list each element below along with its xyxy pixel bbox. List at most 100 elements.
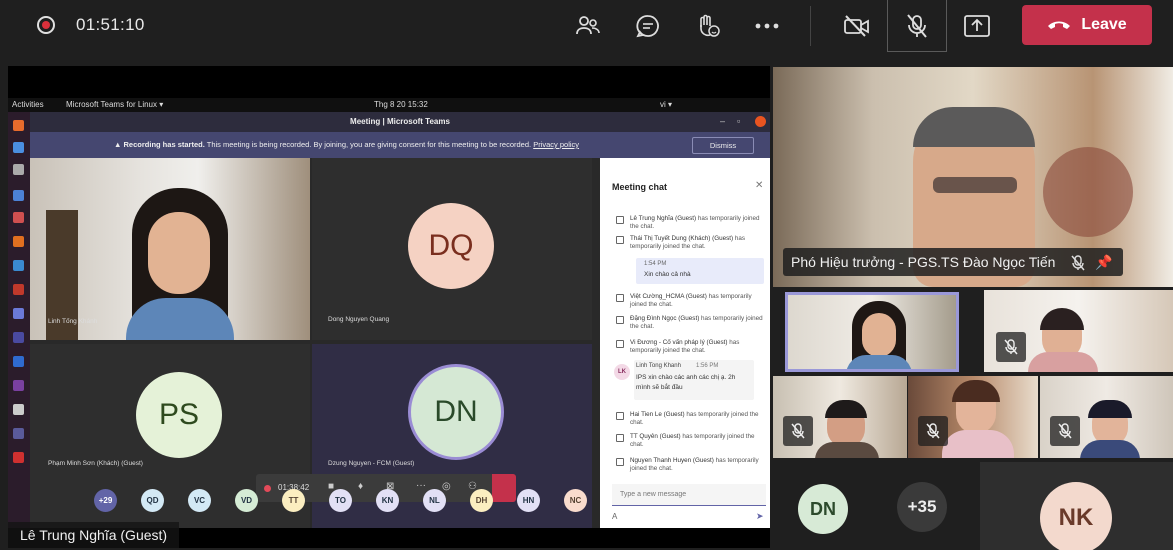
raise-hand-button[interactable] bbox=[691, 9, 725, 43]
mic-off-icon bbox=[1050, 416, 1080, 446]
recording-banner: ▲ Recording has started. This meeting is… bbox=[30, 132, 770, 158]
avatar-dn-bottom[interactable]: DN bbox=[798, 484, 848, 534]
join-icon bbox=[616, 412, 624, 420]
avatar-ps: PS bbox=[136, 372, 222, 458]
mini-avatar: VC bbox=[188, 489, 211, 512]
leave-button[interactable]: Leave bbox=[1022, 5, 1152, 45]
inner-hangup-icon bbox=[492, 474, 516, 502]
tile-name: Dzung Nguyen - FCM (Guest) bbox=[328, 460, 415, 467]
speaker-name: Phó Hiệu trưởng - PGS.TS Đào Ngọc Tiến bbox=[791, 254, 1056, 270]
camera-toggle-button[interactable] bbox=[840, 9, 874, 43]
speaker-name-tag: Phó Hiệu trưởng - PGS.TS Đào Ngọc Tiến 📌 bbox=[783, 248, 1123, 276]
video-tile-dq: DQ Dong Nguyen Quang bbox=[312, 158, 592, 340]
pin-icon: 📌 bbox=[1095, 254, 1113, 270]
share-icon bbox=[964, 15, 990, 37]
join-icon bbox=[616, 294, 624, 302]
dismiss-button: Dismiss bbox=[692, 137, 754, 154]
tile-name: Phạm Minh Sơn (Khách) (Guest) bbox=[48, 460, 143, 467]
os-lang: vi ▾ bbox=[660, 100, 673, 109]
chat-bubble: 1:54 PM Xin chào cả nhà bbox=[636, 258, 764, 284]
mini-avatar: VD bbox=[235, 489, 258, 512]
minimize-icon: – bbox=[720, 116, 726, 126]
participant-tile-4 bbox=[908, 376, 1038, 458]
tile-name: Linh Tống Khánh bbox=[48, 318, 98, 325]
chat-close-icon: ✕ bbox=[755, 180, 764, 191]
participant-tile-5 bbox=[1040, 376, 1173, 458]
avatar-nk: NK bbox=[1040, 482, 1112, 550]
window-title: Meeting | Microsoft Teams bbox=[30, 112, 770, 132]
mini-avatar: KN bbox=[376, 489, 399, 512]
os-activities: Activities bbox=[12, 100, 44, 109]
mic-off-icon bbox=[918, 416, 948, 446]
format-icon: A bbox=[612, 512, 618, 521]
inner-mic-icon: ♦ bbox=[358, 481, 364, 492]
meeting-chat-panel: Meeting chat ✕ Lê Trung Nghĩa (Guest) ha… bbox=[600, 158, 770, 528]
share-screen-button[interactable] bbox=[960, 9, 994, 43]
join-icon bbox=[616, 434, 624, 442]
chat-button[interactable] bbox=[631, 9, 665, 43]
camera-off-icon bbox=[844, 15, 869, 37]
mini-avatar: HN bbox=[517, 489, 540, 512]
participant-tile-linh bbox=[785, 292, 959, 372]
inner-record-icon bbox=[264, 485, 271, 492]
chat-system-message: Nguyen Thanh Huyen (Guest) has temporari… bbox=[630, 457, 759, 472]
avatar-dq: DQ bbox=[408, 203, 494, 289]
chat-system-message: TT Quyên (Guest) has temporarily joined … bbox=[630, 433, 755, 448]
send-icon: ➤ bbox=[756, 511, 764, 521]
chat-input: Type a new message bbox=[612, 484, 766, 506]
join-icon bbox=[616, 316, 624, 324]
mini-avatar: NC bbox=[564, 489, 587, 512]
join-icon bbox=[616, 340, 624, 348]
warning-icon: ▲ bbox=[114, 140, 124, 149]
meeting-controls-bar: 01:51:10 Leave bbox=[0, 0, 1173, 52]
privacy-link: Privacy policy bbox=[533, 140, 580, 149]
more-options-button[interactable] bbox=[750, 9, 784, 43]
presenter-name: Lê Trung Nghĩa (Guest) bbox=[8, 522, 180, 548]
record-icon bbox=[37, 16, 55, 34]
mic-off-icon bbox=[1071, 248, 1085, 276]
hangup-icon bbox=[1048, 21, 1071, 29]
chat-bubble: Linh Tong Khanh 1:56 PM IPS xin chào các… bbox=[634, 360, 754, 400]
participant-tile-2 bbox=[984, 290, 1173, 372]
tile-name: Dong Nguyen Quang bbox=[328, 316, 390, 323]
mic-off-icon bbox=[996, 332, 1026, 362]
avatar-dn: DN bbox=[408, 364, 504, 460]
os-clock: Thg 8 20 15:32 bbox=[374, 100, 428, 109]
toolbar-divider bbox=[810, 6, 811, 46]
mini-avatar: QD bbox=[141, 489, 164, 512]
raise-hand-icon bbox=[700, 14, 720, 37]
inner-more-icon: ··· bbox=[416, 480, 426, 491]
join-icon bbox=[616, 216, 624, 224]
mic-off-icon bbox=[783, 416, 813, 446]
chat-system-message: Hai Tien Le (Guest) has temporarily join… bbox=[630, 411, 759, 426]
participants-icon bbox=[576, 16, 600, 35]
participants-button[interactable] bbox=[571, 9, 605, 43]
video-tile-linh: Linh Tống Khánh bbox=[30, 158, 310, 340]
mic-toggle-button[interactable] bbox=[887, 0, 947, 52]
chat-icon bbox=[636, 15, 659, 38]
chat-title: Meeting chat bbox=[612, 182, 668, 192]
chat-system-message: Thái Thị Tuyết Dung (Khách) (Guest) has … bbox=[630, 235, 746, 250]
window-close-icon bbox=[755, 116, 766, 127]
mini-avatar: TT bbox=[282, 489, 305, 512]
leave-label: Leave bbox=[1081, 16, 1127, 33]
teams-window: Meeting | Microsoft Teams – ▫ ▲ Recordin… bbox=[30, 112, 770, 528]
meeting-timer: 01:51:10 bbox=[76, 15, 145, 34]
chat-system-message: Đặng Đình Ngọc (Guest) has temporarily j… bbox=[630, 315, 763, 330]
mini-avatar: DH bbox=[470, 489, 493, 512]
os-top-bar: Activities Microsoft Teams for Linux ▾ T… bbox=[8, 98, 770, 112]
join-icon bbox=[616, 458, 624, 466]
mini-avatar: TO bbox=[329, 489, 352, 512]
mic-off-icon bbox=[907, 13, 927, 38]
shared-screen: Activities Microsoft Teams for Linux ▾ T… bbox=[8, 66, 770, 548]
participant-tile-3 bbox=[773, 376, 907, 458]
mini-avatar: NL bbox=[423, 489, 446, 512]
os-app-menu: Microsoft Teams for Linux ▾ bbox=[66, 100, 164, 109]
participant-tile-nk: NK bbox=[980, 462, 1173, 550]
avatar-lk: LK bbox=[614, 364, 630, 380]
more-icon bbox=[755, 23, 779, 29]
chat-system-message: Vi Đương - Cố vấn pháp lý (Guest) has te… bbox=[630, 339, 740, 354]
chat-system-message: Lê Trung Nghĩa (Guest) has temporarily j… bbox=[630, 215, 760, 230]
more-participants-button[interactable]: +35 bbox=[897, 482, 947, 532]
join-icon bbox=[616, 236, 624, 244]
